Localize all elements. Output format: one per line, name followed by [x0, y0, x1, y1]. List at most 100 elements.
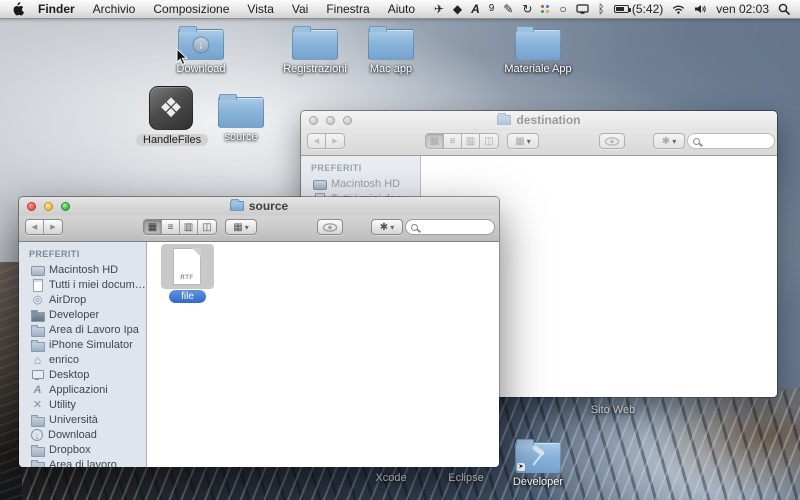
- menu-finestra[interactable]: Finestra: [326, 2, 369, 16]
- dark-folder-icon: [31, 309, 45, 322]
- column-view-button[interactable]: ▥: [462, 134, 480, 148]
- spotlight-icon[interactable]: [778, 3, 790, 15]
- sidebar-item-dropbox[interactable]: Dropbox: [19, 442, 146, 457]
- quicklook-button[interactable]: [599, 133, 625, 149]
- back-button[interactable]: ◀: [26, 220, 44, 234]
- desktop-icon-mac-app[interactable]: Mac app: [356, 24, 426, 75]
- coverflow-view-button[interactable]: ◫: [198, 220, 216, 234]
- titlebar[interactable]: destination: [301, 111, 777, 130]
- menu-extra-icon[interactable]: ✈: [434, 3, 444, 15]
- chevron-down-icon: ▾: [244, 222, 249, 232]
- sidebar-item-airdrop[interactable]: AirDrop: [19, 292, 146, 307]
- back-button[interactable]: ◀: [308, 134, 326, 148]
- close-button[interactable]: [309, 116, 318, 125]
- sidebar: PREFERITI Macintosh HD Tutti i miei docu…: [19, 242, 147, 467]
- sidebar-item-desktop[interactable]: Desktop: [19, 367, 146, 382]
- icon-view-button[interactable]: ▦: [144, 220, 162, 234]
- bluetooth-icon[interactable]: ᛒ: [598, 3, 605, 15]
- search-icon: [411, 223, 418, 231]
- rtf-document-icon: RTF: [173, 248, 201, 285]
- apple-menu[interactable]: [12, 2, 24, 16]
- sidebar-item-applicazioni[interactable]: Applicazioni: [19, 382, 146, 397]
- search-input[interactable]: [703, 135, 763, 147]
- sidebar-item-iphone-simulator[interactable]: iPhone Simulator: [19, 337, 146, 352]
- apple-icon: [13, 2, 24, 16]
- window-title: destination: [497, 113, 581, 127]
- menu-finder[interactable]: Finder: [38, 2, 75, 16]
- desktop-icon-label-selected: HandleFiles: [136, 134, 209, 146]
- search-field[interactable]: [687, 133, 775, 149]
- action-button[interactable]: ✱ ▾: [371, 219, 403, 235]
- displays-icon[interactable]: [576, 4, 589, 14]
- list-view-button[interactable]: ≡: [444, 134, 462, 148]
- folder-icon: [497, 113, 512, 125]
- menu-vista[interactable]: Vista: [247, 2, 273, 16]
- colored-dots-icon[interactable]: [541, 4, 550, 14]
- sidebar-item-documenti[interactable]: Tutti i miei documenti: [19, 277, 146, 292]
- sync-icon[interactable]: ↻: [522, 3, 532, 15]
- sidebar-item-area-di-lavoro[interactable]: Area di lavoro: [19, 457, 146, 467]
- input-source-icon[interactable]: A: [471, 3, 480, 15]
- desktop-icon-handlefiles[interactable]: ❖ HandleFiles: [136, 86, 209, 148]
- quicklook-button[interactable]: [317, 219, 343, 235]
- desktop-icon-registrazioni[interactable]: Registrazioni: [280, 24, 350, 75]
- coverflow-view-button[interactable]: ◫: [480, 134, 498, 148]
- search-field[interactable]: [405, 219, 495, 235]
- icon-view-button[interactable]: ▦: [426, 134, 444, 148]
- wifi-icon[interactable]: [672, 4, 685, 14]
- sidebar-item-developer[interactable]: Developer: [19, 307, 146, 322]
- forward-button[interactable]: ▶: [326, 134, 344, 148]
- sidebar-item-universita[interactable]: Università: [19, 412, 146, 427]
- file-list-area[interactable]: RTF file: [147, 242, 499, 467]
- input-source-badge: 9: [488, 3, 495, 14]
- time-machine-icon[interactable]: ○: [559, 3, 566, 15]
- column-view-button[interactable]: ▥: [180, 220, 198, 234]
- sidebar-item-utility[interactable]: Utility: [19, 397, 146, 412]
- sidebar-item-area-di-lavoro-ipa[interactable]: Area di Lavoro Ipa: [19, 322, 146, 337]
- menu-clock[interactable]: ven 02:03: [716, 3, 769, 15]
- desktop-icon-materiale-app[interactable]: Materiale App: [503, 24, 573, 75]
- zoom-button[interactable]: [61, 202, 70, 211]
- desktop-icon-xcode[interactable]: Xcode: [351, 472, 431, 484]
- list-view-button[interactable]: ≡: [162, 220, 180, 234]
- sidebar-item-download[interactable]: Download: [19, 427, 146, 442]
- sidebar-item-enrico[interactable]: enrico: [19, 352, 146, 367]
- menu-vai[interactable]: Vai: [292, 2, 308, 16]
- folder-icon: [31, 324, 45, 337]
- zoom-button[interactable]: [343, 116, 352, 125]
- notes-icon[interactable]: ✎: [503, 3, 513, 15]
- menu-composizione[interactable]: Composizione: [153, 2, 229, 16]
- desktop-icon-label: Developer: [512, 476, 564, 488]
- volume-icon[interactable]: [694, 4, 707, 14]
- search-icon: [693, 137, 700, 145]
- gear-icon: ✱: [379, 221, 389, 233]
- desktop-icon-label: Registrazioni: [283, 63, 347, 75]
- desktop-icon-eclipse[interactable]: Eclipse: [426, 472, 506, 484]
- folder-icon: [515, 26, 561, 60]
- desktop-icon-developer[interactable]: ➤ Developer: [503, 437, 573, 488]
- finder-window-source[interactable]: source ◀ ▶ Indietro ▦ ≡ ▥ ◫ Vista ▦▾ Dis…: [18, 196, 500, 468]
- sidebar-item-macintosh-hd[interactable]: Macintosh HD: [301, 176, 420, 191]
- minimize-button[interactable]: [44, 202, 53, 211]
- menu-aiuto[interactable]: Aiuto: [388, 2, 415, 16]
- titlebar[interactable]: source: [19, 197, 499, 216]
- desktop-icon-source[interactable]: source: [206, 92, 276, 143]
- sidebar-item-macintosh-hd[interactable]: Macintosh HD: [19, 262, 146, 277]
- gear-icon: ✱: [661, 135, 671, 147]
- action-button[interactable]: ✱ ▾: [653, 133, 685, 149]
- developer-folder-icon: ➤: [515, 439, 561, 473]
- menu-bar: Finder Archivio Composizione Vista Vai F…: [0, 0, 800, 19]
- selected-file[interactable]: RTF: [161, 244, 214, 289]
- search-input[interactable]: [421, 221, 481, 233]
- toolbar: ◀ ▶ Indietro ▦ ≡ ▥ ◫ Vista ▦▾ Disposizio…: [19, 216, 499, 259]
- arrange-button[interactable]: ▦ ▾: [507, 133, 539, 149]
- menu-archivio[interactable]: Archivio: [93, 2, 136, 16]
- desktop-icon-sito-web[interactable]: Sito Web: [573, 404, 653, 416]
- close-button[interactable]: [27, 202, 36, 211]
- minimize-button[interactable]: [326, 116, 335, 125]
- diamond-status-icon[interactable]: ◆: [453, 3, 462, 15]
- toolbar: ◀ ▶ Indietro ▦ ≡ ▥ ◫ Vista ▦▾ Disposizio…: [301, 130, 777, 173]
- battery-icon[interactable]: (5:42): [613, 3, 663, 15]
- forward-button[interactable]: ▶: [44, 220, 62, 234]
- arrange-button[interactable]: ▦ ▾: [225, 219, 257, 235]
